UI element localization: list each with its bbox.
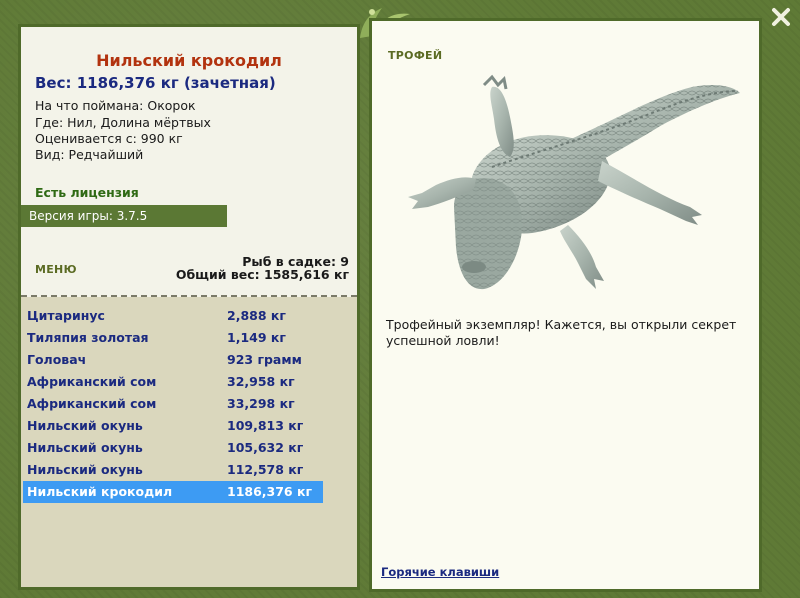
catch-name: Африканский сом — [27, 374, 157, 389]
window-frame: Нильский крокодил Вес: 1186,376 кг (заче… — [0, 0, 800, 598]
license-status: Есть лицензия — [35, 185, 139, 200]
catch-name: Нильский окунь — [27, 440, 143, 455]
catch-list-item[interactable]: Цитаринус 2,888 кг — [23, 305, 323, 327]
catch-name: Нильский крокодил — [27, 484, 173, 499]
detail-location: Где: Нил, Долина мёртвых — [35, 115, 211, 130]
keepnet-weight: Общий вес: 1585,616 кг — [175, 267, 349, 282]
detail-threshold: Оценивается с: 990 кг — [35, 131, 183, 146]
catch-weight: 1,149 кг — [227, 330, 286, 345]
catch-weight: 923 грамм — [227, 352, 302, 367]
catch-list: Цитаринус 2,888 кг Тиляпия золотая 1,149… — [21, 297, 357, 587]
catch-name: Цитаринус — [27, 308, 105, 323]
catch-weight: 32,958 кг — [227, 374, 295, 389]
fish-info-panel: Нильский крокодил Вес: 1186,376 кг (заче… — [18, 24, 360, 590]
fish-weight: Вес: 1186,376 кг (зачетная) — [35, 74, 276, 92]
catch-name: Нильский окунь — [27, 462, 143, 477]
fish-title: Нильский крокодил — [96, 51, 282, 70]
catch-name: Головач — [27, 352, 87, 367]
detail-bait: На что поймана: Окорок — [35, 98, 196, 113]
catch-list-item-selected[interactable]: Нильский крокодил 1186,376 кг — [23, 481, 323, 503]
hotkeys-link[interactable]: Горячие клавиши — [381, 565, 499, 579]
catch-name: Тиляпия золотая — [27, 330, 149, 345]
catch-list-item[interactable]: Африканский сом 33,298 кг — [23, 393, 323, 415]
catch-list-item[interactable]: Нильский окунь 109,813 кг — [23, 415, 323, 437]
close-icon[interactable] — [770, 6, 792, 28]
catch-name: Африканский сом — [27, 396, 157, 411]
trophy-panel: ТРОФЕЙ Трофейный экземпляр! Кажется, вы … — [369, 18, 762, 592]
trophy-content: ТРОФЕЙ Трофейный экземпляр! Кажется, вы … — [372, 21, 759, 589]
detail-rarity: Вид: Редчайший — [35, 147, 144, 162]
catch-list-item[interactable]: Нильский окунь 112,578 кг — [23, 459, 323, 481]
fish-info-content: Нильский крокодил Вес: 1186,376 кг (заче… — [21, 27, 357, 587]
catch-weight: 109,813 кг — [227, 418, 304, 433]
catch-weight: 2,888 кг — [227, 308, 286, 323]
version-bar: Версия игры: 3.7.5 — [21, 205, 227, 227]
catch-weight: 105,632 кг — [227, 440, 304, 455]
catch-list-item[interactable]: Головач 923 грамм — [23, 349, 323, 371]
catch-list-item[interactable]: Тиляпия золотая 1,149 кг — [23, 327, 323, 349]
trophy-description: Трофейный экземпляр! Кажется, вы открыли… — [386, 317, 737, 348]
catch-name: Нильский окунь — [27, 418, 143, 433]
catch-weight: 33,298 кг — [227, 396, 295, 411]
crocodile-image — [408, 74, 740, 290]
menu-button[interactable]: МЕНЮ — [35, 263, 77, 276]
catch-list-item[interactable]: Африканский сом 32,958 кг — [23, 371, 323, 393]
catch-weight: 1186,376 кг — [227, 484, 312, 499]
catch-weight: 112,578 кг — [227, 462, 304, 477]
catch-list-item[interactable]: Нильский окунь 105,632 кг — [23, 437, 323, 459]
